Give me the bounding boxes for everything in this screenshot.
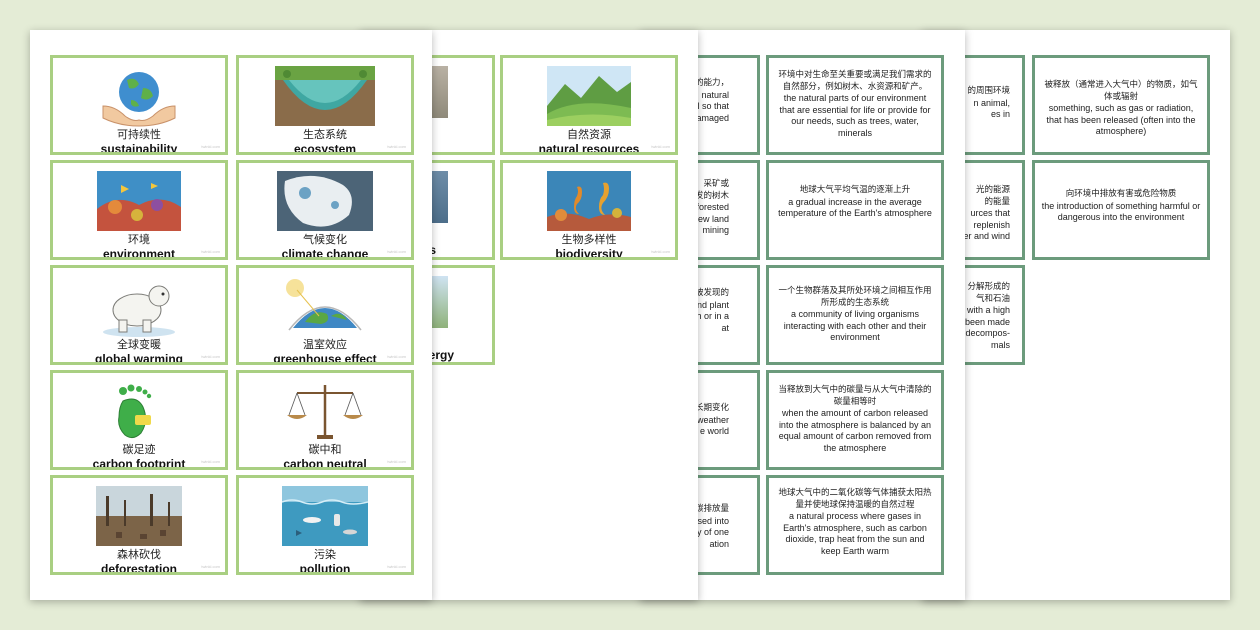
word-english: deforestation xyxy=(100,562,177,575)
word-chinese: 全球变暖 xyxy=(117,338,161,351)
watermark: twinkl.com xyxy=(387,354,406,359)
definition-fragment: 分解形成的 气和石油 with a high been made decompo… xyxy=(964,282,1010,350)
watermark: twinkl.com xyxy=(387,144,406,149)
definition-card-ecosystem: 一个生物群落及其所处环境之间相互作用所形成的生态系统 a community o… xyxy=(766,265,944,365)
vocab-card-sustainability: 可持续性 sustainability twinkl.com xyxy=(50,55,228,155)
word-english: pollution xyxy=(299,562,351,575)
wind-turbine-icon xyxy=(430,276,448,328)
word-chinese: 可持续性 xyxy=(117,128,161,141)
watermark: twinkl.com xyxy=(201,354,220,359)
definition-fragment: 光的能源 的能量 urces that replenish er and win… xyxy=(963,185,1010,241)
word-chinese: 环境 xyxy=(128,233,150,246)
vocab-card-pollution: 污染 pollution twinkl.com xyxy=(236,475,414,575)
definition-card-greenhouse-effect: 地球大气中的二氧化碳等气体捕获太阳热量并使地球保持温暖的自然过程 a natur… xyxy=(766,475,944,575)
ecosystem-icon xyxy=(275,66,375,126)
word-fragment: ergy xyxy=(428,348,454,362)
definition-text: 地球大气中的二氧化碳等气体捕获太阳热量并使地球保持温暖的自然过程 a natur… xyxy=(778,488,932,556)
definition-text: 当释放到大气中的碳量与从大气中清除的碳量相等时 when the amount … xyxy=(778,385,932,453)
hands-globe-icon xyxy=(102,72,176,127)
deforestation-icon xyxy=(96,486,182,546)
landscape-icon xyxy=(430,171,448,223)
word-chinese: 碳中和 xyxy=(308,443,342,456)
co2-footprint-icon xyxy=(118,384,152,439)
definition-card-global-warming: 地球大气平均气温的逐渐上升 a gradual increase in the … xyxy=(766,160,944,260)
word-english: ecosystem xyxy=(293,142,357,155)
definition-text: 一个生物群落及其所处环境之间相互作用所形成的生态系统 a community o… xyxy=(778,286,932,342)
watermark: twinkl.com xyxy=(201,564,220,569)
vocab-card-natural-resources: 自然资源 natural resources twinkl.com xyxy=(500,55,678,155)
seahorse-reef-icon xyxy=(547,171,631,231)
definition-text: 被释放（通常进入大气中）的物质，如气体或辐射 something, such a… xyxy=(1044,80,1198,136)
word-chinese: 气候变化 xyxy=(303,233,347,246)
word-chinese: 自然资源 xyxy=(567,128,611,141)
watermark: twinkl.com xyxy=(387,564,406,569)
definition-text: 环境中对生命至关重要或满足我们需求的自然部分，例如树木、水资源和矿产。 the … xyxy=(778,70,932,138)
worksheet-page-4: 的周围环境 n animal, es in 光的能源 的能量 urces tha… xyxy=(922,30,1230,600)
definition-fragment: 被发现的 nd plant th or in a at xyxy=(693,288,729,333)
vocab-card-climate-change: 气候变化 climate change twinkl.com xyxy=(236,160,414,260)
word-english: natural resources xyxy=(538,142,640,155)
definition-card-natural-resources: 环境中对生命至关重要或满足我们需求的自然部分，例如树木、水资源和矿产。 the … xyxy=(766,55,944,155)
watermark: twinkl.com xyxy=(201,459,220,464)
watermark: twinkl.com xyxy=(201,249,220,254)
melting-ice-icon xyxy=(277,171,373,231)
word-english: greenhouse effect xyxy=(273,352,377,365)
definition-card-emissions: 被释放（通常进入大气中）的物质，如气体或辐射 something, such a… xyxy=(1032,55,1210,155)
vocab-card-biodiversity: 生物多样性 biodiversity twinkl.com xyxy=(500,160,678,260)
word-english: carbon footprint xyxy=(92,457,186,470)
watermark: twinkl.com xyxy=(387,249,406,254)
watermark: twinkl.com xyxy=(651,249,670,254)
coral-reef-icon xyxy=(97,171,181,231)
word-english: carbon neutral xyxy=(283,457,367,470)
vocab-card-global-warming: 全球变暖 global warming twinkl.com xyxy=(50,265,228,365)
vocab-card-greenhouse-effect: 温室效应 greenhouse effect twinkl.com xyxy=(236,265,414,365)
word-english: environment xyxy=(102,247,175,260)
word-chinese: 温室效应 xyxy=(303,338,347,351)
word-chinese: 碳足迹 xyxy=(122,443,156,456)
polar-bear-icon xyxy=(103,285,175,337)
word-chinese: 生物多样性 xyxy=(561,233,617,246)
definition-card-pollution: 向环境中排放有害或危险物质 the introduction of someth… xyxy=(1032,160,1210,260)
word-chinese: 生态系统 xyxy=(303,128,347,141)
vocab-card-carbon-footprint: 碳足迹 carbon footprint twinkl.com xyxy=(50,370,228,470)
definition-text: 地球大气平均气温的逐渐上升 a gradual increase in the … xyxy=(778,185,932,218)
definition-card-carbon-neutral: 当释放到大气中的碳量与从大气中清除的碳量相等时 when the amount … xyxy=(766,370,944,470)
word-english: global warming xyxy=(94,352,183,365)
word-english: sustainability xyxy=(100,142,178,155)
vocab-card-environment: 环境 environment twinkl.com xyxy=(50,160,228,260)
balance-scale-icon xyxy=(287,385,363,439)
watermark: twinkl.com xyxy=(651,144,670,149)
word-english: biodiversity xyxy=(555,247,623,260)
vocab-card-ecosystem: 生态系统 ecosystem twinkl.com xyxy=(236,55,414,155)
greenhouse-earth-icon xyxy=(286,279,362,331)
vocab-card-deforestation: 森林砍伐 deforestation twinkl.com xyxy=(50,475,228,575)
ocean-pollution-icon xyxy=(282,486,368,546)
word-chinese: 污染 xyxy=(314,548,336,561)
watermark: twinkl.com xyxy=(387,459,406,464)
green-hills-icon xyxy=(547,66,631,126)
word-english: climate change xyxy=(281,247,369,260)
vocab-card-carbon-neutral: 碳中和 carbon neutral twinkl.com xyxy=(236,370,414,470)
word-chinese: 森林砍伐 xyxy=(117,548,161,561)
definition-fragment: 的周围环境 n animal, es in xyxy=(967,86,1010,119)
definition-text: 向环境中排放有害或危险物质 the introduction of someth… xyxy=(1041,189,1201,222)
worksheet-page-1: 可持续性 sustainability twinkl.com 生态系统 ecos… xyxy=(30,30,432,600)
watermark: twinkl.com xyxy=(201,144,220,149)
